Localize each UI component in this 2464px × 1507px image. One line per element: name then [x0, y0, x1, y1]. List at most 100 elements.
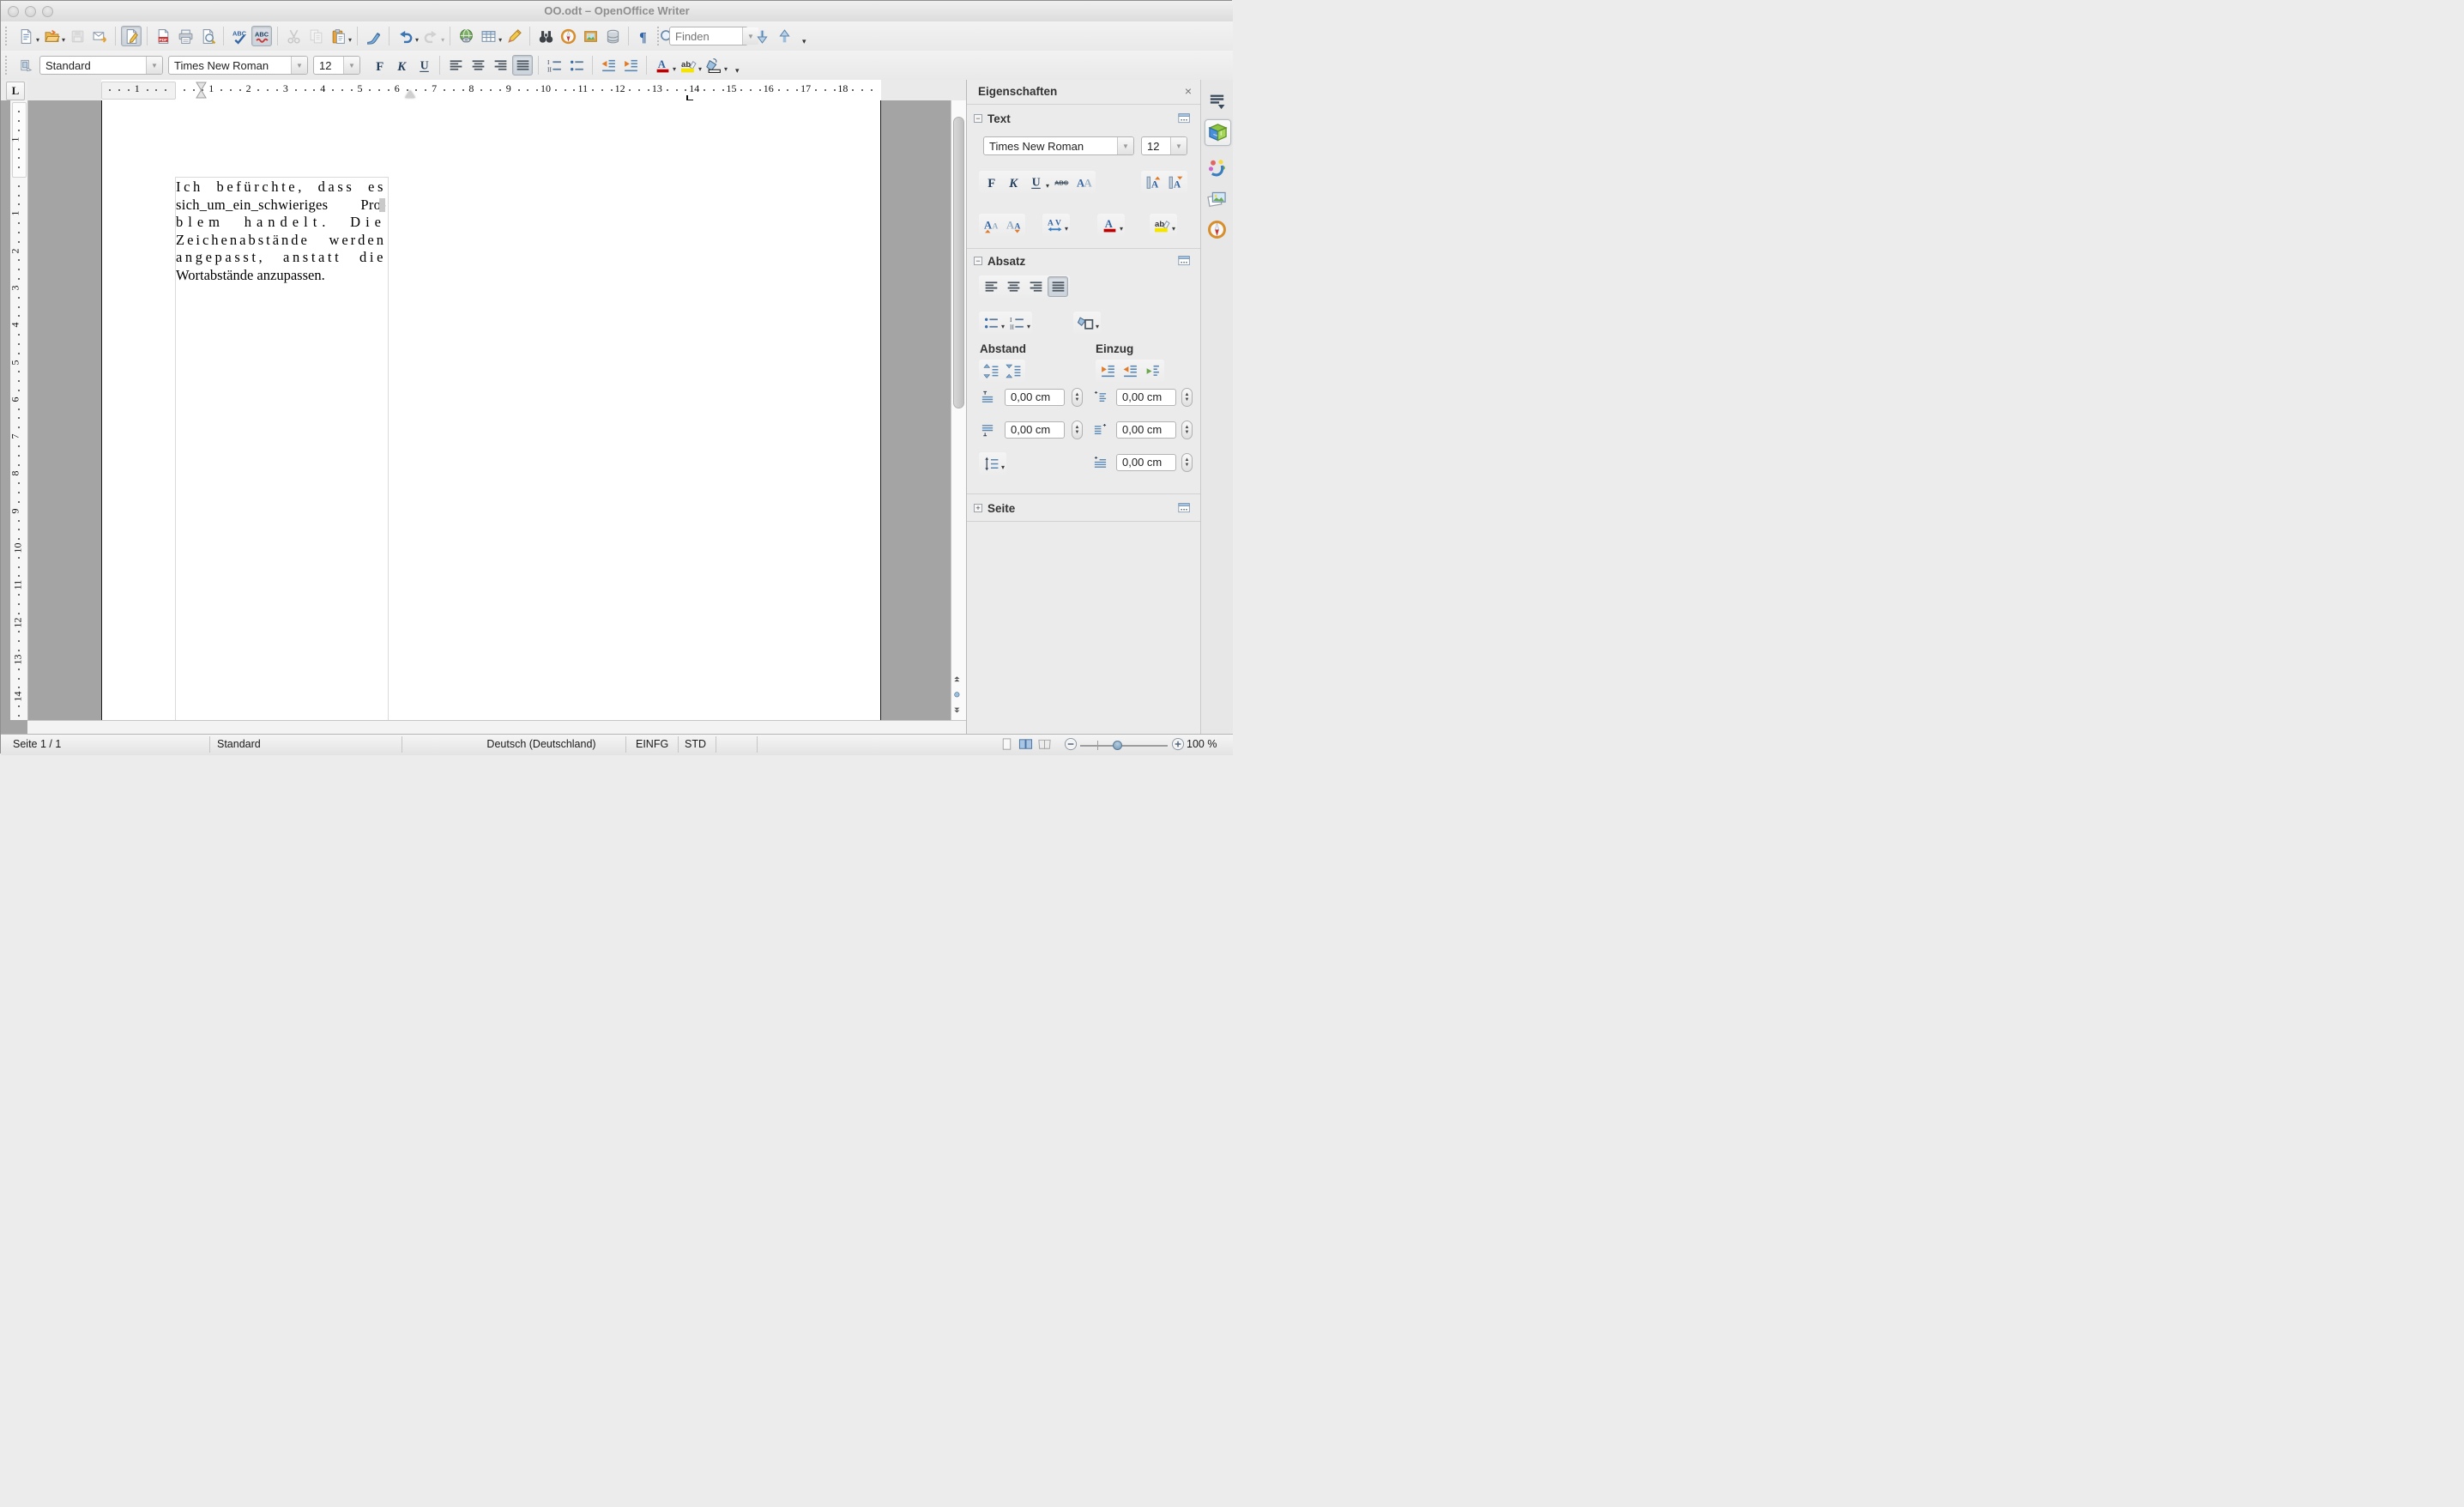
page-style-status[interactable]: Standard — [217, 738, 261, 750]
next-page-button[interactable] — [952, 703, 965, 717]
navigation-button[interactable] — [952, 687, 965, 701]
sidebar-justify-button[interactable] — [1048, 276, 1068, 297]
email-document-button[interactable] — [89, 26, 110, 46]
selection-mode-status[interactable]: STD — [685, 738, 706, 750]
sidebar-bold-button[interactable]: F — [981, 172, 1001, 192]
font-color-button[interactable]: A — [652, 55, 673, 76]
sidebar-highlighting-button[interactable]: ab — [1151, 215, 1172, 235]
font-name-combobox[interactable]: Times New Roman ▼ — [168, 56, 308, 75]
document-text-line[interactable]: Wortabstände anzupassen. — [176, 267, 386, 285]
decrease-paragraph-spacing-button[interactable] — [1003, 360, 1024, 381]
insert-table-button-dropdown[interactable]: ▾ — [498, 37, 502, 44]
background-color-button-dropdown[interactable]: ▾ — [724, 66, 728, 73]
toolbar-overflow-button[interactable]: ▾ — [802, 37, 806, 46]
sidebar-align-right-button[interactable] — [1025, 276, 1046, 297]
toolbar-overflow-button[interactable]: ▾ — [735, 66, 740, 76]
sidebar-bullet-list-button[interactable] — [981, 312, 1001, 333]
toolbar-grip[interactable] — [5, 56, 9, 75]
sidebar-close-button[interactable]: × — [1185, 84, 1192, 98]
document-text[interactable]: Ich befürchte, dass es sich_um_ein_schwie… — [176, 179, 386, 284]
decrease-indent-button[interactable] — [598, 55, 619, 76]
first-line-indent-stepper[interactable]: ▲ ▼ — [1181, 453, 1193, 472]
styles-panel-button[interactable] — [15, 55, 36, 76]
numbered-list-button[interactable]: I II — [544, 55, 565, 76]
sidebar-grow-font-button[interactable]: AA — [981, 215, 1001, 235]
indent-before-stepper[interactable]: ▲ ▼ — [1181, 388, 1193, 407]
indent-marker[interactable] — [196, 82, 207, 99]
export-pdf-button[interactable]: PDF — [153, 26, 173, 46]
sidebar-paragraph-background-button-dropdown[interactable]: ▾ — [1096, 324, 1099, 330]
window-zoom-button[interactable] — [42, 5, 53, 17]
font-size-combobox[interactable]: 12 ▼ — [313, 56, 360, 75]
find-combobox[interactable]: ▼ — [669, 27, 758, 45]
save-button[interactable] — [67, 26, 88, 46]
find-replace-button[interactable] — [535, 26, 556, 46]
line-spacing-button[interactable] — [981, 453, 1001, 474]
document-text-line[interactable]: sich_um_ein_schwieriges Pro- — [176, 197, 386, 215]
sidebar-underline-button-dropdown[interactable]: ▾ — [1046, 183, 1049, 190]
sidebar-character-dialog-button[interactable]: AA — [1073, 172, 1094, 192]
sidebar-align-center-button[interactable] — [1003, 276, 1024, 297]
tab-gallery[interactable] — [1205, 186, 1229, 211]
dialog-launcher-icon[interactable] — [1177, 255, 1192, 268]
sidebar-decrease-indent-button[interactable] — [1120, 360, 1140, 381]
bold-button[interactable]: F — [369, 55, 390, 76]
paste-button-dropdown[interactable]: ▾ — [348, 37, 352, 44]
sidebar-menu-button[interactable] — [1205, 88, 1229, 113]
sidebar-strikethrough-button[interactable]: ABC — [1051, 172, 1072, 192]
tab-navigator[interactable] — [1205, 217, 1229, 242]
chevron-down-icon[interactable]: ▼ — [1117, 137, 1133, 154]
open-button[interactable] — [41, 26, 62, 46]
document-text-line[interactable]: blem handelt. Die — [176, 214, 386, 232]
auto-spellcheck-button[interactable]: ABC — [251, 26, 273, 46]
document-text-line[interactable]: Zeichenabstände werden — [176, 232, 386, 250]
insert-table-button[interactable] — [478, 26, 498, 46]
indent-after-stepper[interactable]: ▲ ▼ — [1181, 421, 1193, 439]
sidebar-subscript-button[interactable]: A — [1165, 172, 1186, 192]
align-left-button[interactable] — [445, 55, 466, 76]
navigator-button[interactable] — [558, 26, 578, 46]
gallery-button[interactable] — [580, 26, 601, 46]
line-spacing-button-dropdown[interactable]: ▾ — [1001, 464, 1005, 471]
chevron-down-icon[interactable]: ▼ — [1170, 137, 1187, 154]
toolbar-grip[interactable] — [657, 27, 661, 45]
dialog-launcher-icon[interactable] — [1177, 112, 1192, 125]
find-next-button[interactable] — [752, 26, 772, 46]
cut-button[interactable] — [283, 26, 304, 46]
spacing-below-field[interactable]: 0,00 cm — [1005, 421, 1065, 439]
indent-after-field[interactable]: 0,00 cm — [1116, 421, 1176, 439]
italic-button[interactable]: K — [391, 55, 412, 76]
collapse-icon[interactable]: − — [974, 257, 982, 265]
new-document-button-dropdown[interactable]: ▾ — [36, 37, 39, 44]
clone-formatting-button[interactable] — [363, 26, 383, 46]
sidebar-switch-indent-button[interactable] — [1142, 360, 1163, 381]
data-sources-button[interactable] — [602, 26, 623, 46]
sidebar-shrink-font-button[interactable]: AA — [1003, 215, 1024, 235]
justify-button[interactable] — [512, 55, 533, 76]
zoom-slider-thumb[interactable] — [1113, 741, 1122, 750]
background-color-button[interactable] — [704, 55, 724, 76]
draw-functions-button[interactable] — [504, 26, 524, 46]
single-page-view-button[interactable] — [999, 737, 1014, 752]
underline-button[interactable]: U — [414, 55, 434, 76]
sidebar-char-spacing-button[interactable]: AV — [1044, 215, 1065, 235]
print-button[interactable] — [175, 26, 196, 46]
chevron-down-icon[interactable]: ▼ — [291, 57, 307, 74]
sidebar-superscript-button[interactable]: A — [1143, 172, 1163, 192]
document-page[interactable]: Ich befürchte, dass es sich_um_ein_schwie… — [101, 100, 881, 721]
spacing-above-stepper[interactable]: ▲ ▼ — [1072, 388, 1083, 407]
chevron-down-icon[interactable]: ▼ — [343, 57, 359, 74]
vertical-ruler[interactable]: 11234567891011121314 — [10, 100, 28, 720]
tab-stop-selector[interactable]: L — [6, 82, 25, 100]
sidebar-font-color-button-dropdown[interactable]: ▾ — [1120, 226, 1123, 233]
zoom-out-button[interactable] — [1064, 737, 1078, 752]
undo-button-dropdown[interactable]: ▾ — [415, 37, 419, 44]
window-minimize-button[interactable] — [25, 5, 36, 17]
sidebar-font-name-combobox[interactable]: Times New Roman ▼ — [983, 136, 1134, 155]
horizontal-scrollbar[interactable] — [27, 720, 966, 734]
document-text-line[interactable]: Ich befürchte, dass es — [176, 179, 386, 197]
font-color-button-dropdown[interactable]: ▾ — [673, 66, 676, 73]
edit-file-button[interactable] — [121, 26, 142, 46]
paragraph-section-header[interactable]: − Absatz — [967, 253, 1200, 272]
sidebar-font-color-button[interactable]: A — [1099, 215, 1120, 235]
